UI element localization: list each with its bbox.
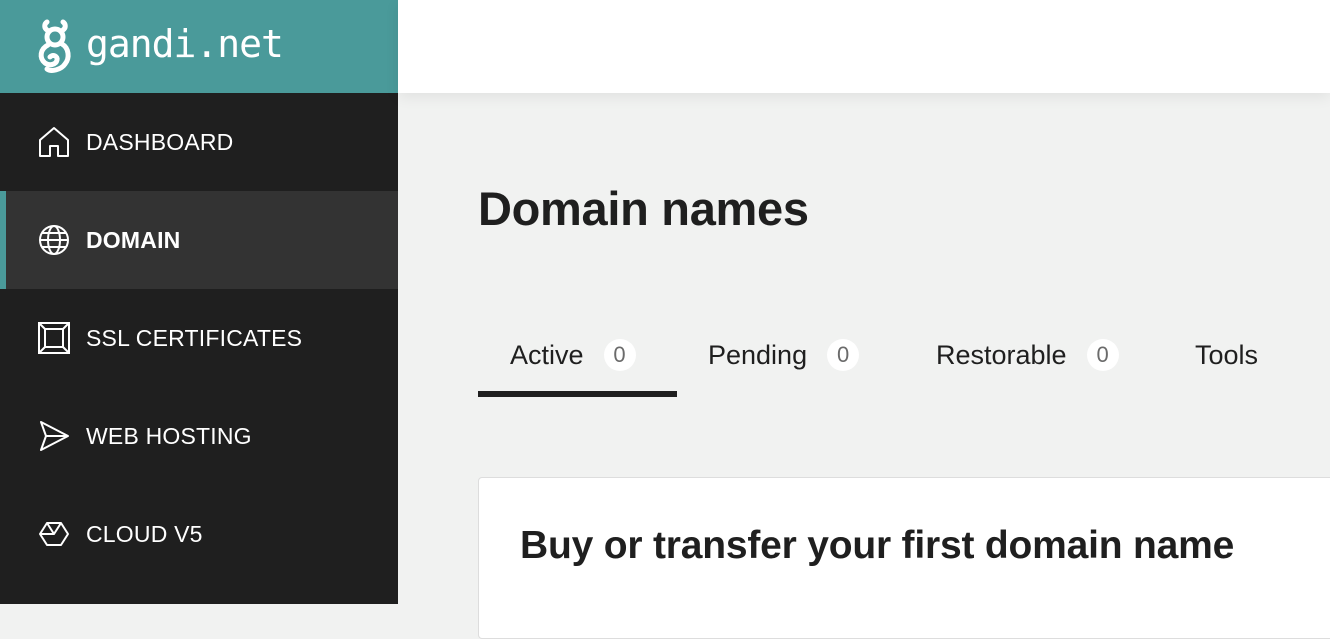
sidebar-item-web-hosting[interactable]: WEB HOSTING xyxy=(0,387,398,485)
hexagon-icon xyxy=(36,516,72,552)
sidebar-item-label: CLOUD V5 xyxy=(86,520,203,547)
domain-tabs: Active 0 Pending 0 Restorable 0 Tools xyxy=(478,325,1280,397)
tab-count-badge: 0 xyxy=(827,339,860,371)
tab-tools[interactable]: Tools xyxy=(1160,325,1280,397)
sidebar: gandi.net DASHBOARD DOMAIN SSL CERTIFICA… xyxy=(0,0,398,604)
paper-plane-icon xyxy=(36,418,72,454)
empty-state-card: Buy or transfer your first domain name xyxy=(478,477,1330,639)
tab-active[interactable]: Active 0 xyxy=(478,325,677,397)
top-bar xyxy=(398,0,1330,93)
tab-label: Tools xyxy=(1195,340,1259,370)
tab-label: Restorable xyxy=(936,340,1067,370)
page-title: Domain names xyxy=(478,182,809,235)
tab-pending[interactable]: Pending 0 xyxy=(677,325,901,397)
sidebar-item-cloud-v5[interactable]: CLOUD V5 xyxy=(0,485,398,583)
tab-count-badge: 0 xyxy=(1086,339,1119,371)
sidebar-item-label: DASHBOARD xyxy=(86,128,234,155)
card-title: Buy or transfer your first domain name xyxy=(520,524,1235,567)
sidebar-item-ssl-certificates[interactable]: SSL CERTIFICATES xyxy=(0,289,398,387)
gandi-logo-icon xyxy=(38,19,71,73)
tab-label: Active xyxy=(510,340,584,370)
tab-label: Pending xyxy=(708,340,808,370)
sidebar-item-label: SSL CERTIFICATES xyxy=(86,324,303,351)
tab-restorable[interactable]: Restorable 0 xyxy=(901,325,1160,397)
sidebar-item-domain[interactable]: DOMAIN xyxy=(0,191,398,289)
gandi-logo-link[interactable]: gandi.net xyxy=(0,0,398,93)
globe-icon xyxy=(36,222,72,258)
brand-name: gandi.net xyxy=(86,21,284,66)
main-content: Domain names Active 0 Pending 0 Restorab… xyxy=(398,93,1330,639)
sidebar-nav: DASHBOARD DOMAIN SSL CERTIFICATES WEB HO… xyxy=(0,93,398,583)
sidebar-item-label: DOMAIN xyxy=(86,226,181,253)
sidebar-item-dashboard[interactable]: DASHBOARD xyxy=(0,93,398,191)
sidebar-item-label: WEB HOSTING xyxy=(86,422,252,449)
tab-count-badge: 0 xyxy=(603,339,636,371)
home-icon xyxy=(36,124,72,160)
certificate-box-icon xyxy=(36,320,72,356)
